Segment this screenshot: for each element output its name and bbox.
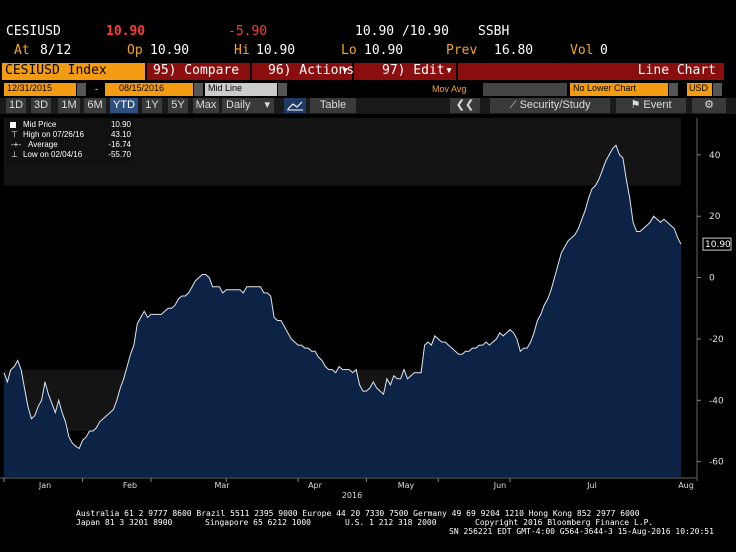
security-study-button[interactable]: ⟋ Security/Study [490,98,610,113]
line-chart-icon[interactable] [284,98,306,113]
volume-label: Vol [570,43,594,58]
lower-chart-dropdown[interactable] [669,83,678,96]
last-price: 10.90 [106,24,146,39]
pricing-source: SSBH [478,24,510,39]
chart-type-label[interactable]: Line Chart [458,63,724,80]
footer-us: U.S. 1 212 318 2000 [345,518,437,527]
x-tick-label-3: Apr [308,481,323,490]
open-value: 10.90 [150,43,190,58]
frequency-select[interactable]: Daily ▾ [222,98,274,113]
footer-japan: Japan 81 3 3201 8900 [76,518,173,527]
price-chart[interactable]: 40 20 0 -20 -40 -60 10.90 Jan Feb Mar Apr May Jun Jul… [0,115,736,505]
footer-session: SN 256221 EDT GMT-4:00 G564-3644-3 15-Au… [449,527,714,536]
frequency-dropdown-icon: ▾ [264,99,270,111]
security-study-label: Security/Study [519,99,591,111]
mov-avg-field[interactable] [483,83,567,96]
edit-menu[interactable]: 97) Edit ▾ [354,63,456,80]
y-tick-label-4: -40 [709,396,724,406]
chart-type-text: Line Chart [637,63,716,78]
period-1y[interactable]: 1Y [142,98,162,113]
mid-line-select[interactable]: Mid Line [205,83,277,96]
at-label: At [14,43,30,58]
start-date-picker-icon[interactable] [77,83,86,96]
collapse-button[interactable]: ❮❮ [450,98,480,113]
frequency-label: Daily [226,99,251,111]
legend-low-label: Low on 02/04/16 [23,150,83,159]
actions-label: 96) Actions [268,63,355,78]
legend-box: Mid Price 10.90 ⊤ High on 07/26/16 43.10… [6,118,134,166]
period-ytd[interactable]: YTD [110,98,138,113]
x-axis-year-label: 2016 [342,491,362,500]
bid-ask: 10.90 /10.90 [355,24,449,39]
footer-phone-line: Australia 61 2 9777 8600 Brazil 5511 239… [76,509,640,518]
gear-icon: ⚙ [704,99,714,111]
event-label: Event [643,99,672,111]
start-date-field[interactable]: 12/31/2015 [4,83,76,96]
period-5y[interactable]: 5Y [168,98,188,113]
edit-dropdown-icon: ▾ [445,63,453,78]
volume-value: 0 [600,43,608,58]
footer: Australia 61 2 9777 8600 Brazil 5511 239… [0,508,736,548]
period-1m[interactable]: 1M [58,98,80,113]
compare-menu[interactable]: 95) Compare [147,63,250,80]
x-tick-label-4: May [398,481,415,490]
lower-chart-select[interactable]: No Lower Chart [570,83,668,96]
y-tick-label-2: 0 [709,274,715,284]
mov-avg-label[interactable]: Mov Avg [432,84,466,95]
actions-menu[interactable]: 96) Actions ▾ [252,63,355,80]
y-tick-label-1: 20 [709,212,721,222]
y-tick-label-0: 40 [709,151,721,161]
high-label: Hi [234,43,250,58]
currency-select[interactable]: USD [687,83,712,96]
low-label: Lo [341,43,357,58]
event-button[interactable]: ⚑ Event [616,98,686,113]
period-3d[interactable]: 3D [31,98,51,113]
high-value: 10.90 [256,43,296,58]
low-value: 10.90 [364,43,404,58]
open-label: Op [127,43,143,58]
compare-label: 95) Compare [153,63,240,78]
x-tick-label-7: Aug [678,481,694,490]
period-1d[interactable]: 1D [6,98,26,113]
legend-swatch-mid-price [10,122,16,128]
currency-dropdown[interactable] [713,83,722,96]
x-tick-label-1: Feb [123,481,137,490]
security-label[interactable]: CESIUSD Index [2,63,145,80]
flag-icon: ⚑ [630,99,641,111]
footer-singapore: Singapore 65 6212 1000 [205,518,311,527]
x-tick-label-6: Jul [586,481,597,490]
legend-low-value: -55.70 [108,150,131,159]
security-study-icon: ⟋ [509,100,517,111]
date-range-dash: - [95,84,98,94]
y-tick-label-5: -60 [709,458,724,468]
actions-dropdown-icon: ▾ [341,63,349,78]
prev-value: 16.80 [494,43,534,58]
x-tick-label-0: Jan [38,481,51,490]
prev-label: Prev [446,43,478,58]
last-value-label: 10.90 [705,240,731,250]
edit-label: 97) Edit [382,63,445,78]
x-tick-label-5: Jun [493,481,507,490]
mid-line-dropdown[interactable] [278,83,287,96]
footer-copyright: Copyright 2016 Bloomberg Finance L.P. [475,518,654,527]
ticker-symbol: CESIUSD [6,24,61,39]
settings-button[interactable]: ⚙ [692,98,726,113]
end-date-picker-icon[interactable] [194,83,203,96]
x-tick-label-2: Mar [214,481,230,490]
legend-low-icon: ⊥ [11,150,18,159]
net-change: -5.90 [228,24,268,39]
end-date-field[interactable]: 08/15/2016 [105,83,193,96]
at-value: 8/12 [40,43,72,58]
double-chevron-left-icon: ❮❮ [455,99,475,111]
table-button[interactable]: Table [310,98,356,113]
y-tick-label-3: -20 [709,335,724,345]
period-max[interactable]: Max [193,98,219,113]
period-6m[interactable]: 6M [84,98,106,113]
